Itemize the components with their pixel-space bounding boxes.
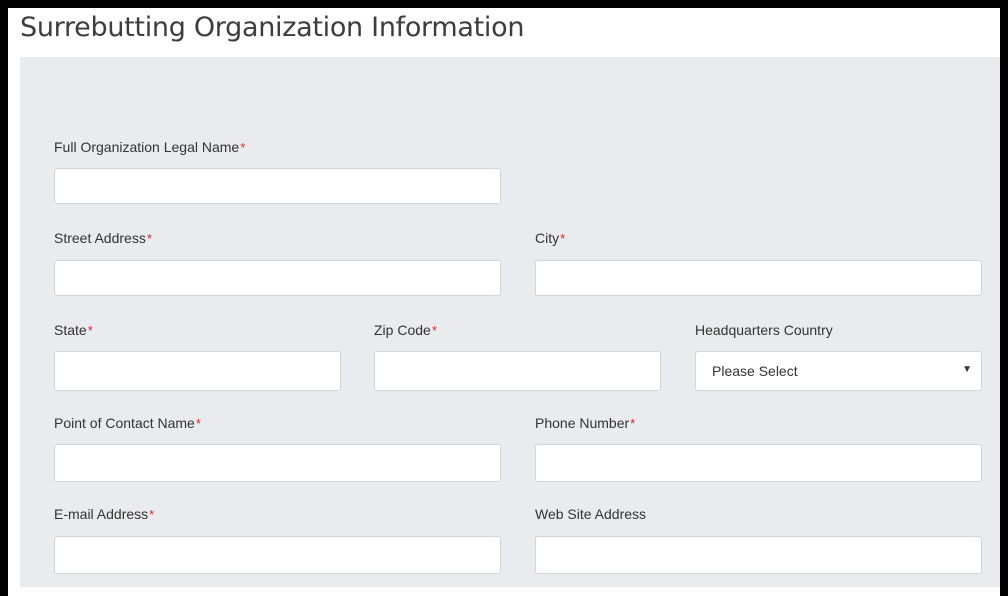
hq-country-selected-value: Please Select (712, 363, 798, 379)
street-address-label-text: Street Address (54, 230, 146, 246)
required-asterisk: * (195, 416, 201, 431)
chevron-down-icon: ▼ (962, 364, 972, 375)
zip-code-input[interactable] (374, 351, 661, 391)
hq-country-select[interactable]: Please Select ▼ (695, 351, 982, 391)
state-label-text: State (54, 322, 87, 338)
required-asterisk: * (149, 507, 155, 522)
street-address-input[interactable] (54, 260, 501, 296)
phone-number-label: Phone Number* (535, 415, 635, 431)
email-address-label-text: E-mail Address (54, 506, 149, 522)
state-input[interactable] (54, 351, 341, 391)
full-org-name-label: Full Organization Legal Name* (54, 139, 245, 155)
required-asterisk: * (431, 323, 437, 338)
organization-form-panel: Full Organization Legal Name* Street Add… (20, 57, 1000, 587)
poc-name-label-text: Point of Contact Name (54, 415, 195, 431)
page-title: Surrebutting Organization Information (20, 12, 525, 43)
hq-country-label: Headquarters Country (695, 322, 833, 338)
website-address-input[interactable] (535, 536, 982, 574)
email-address-label: E-mail Address* (54, 506, 154, 522)
state-label: State* (54, 322, 93, 338)
website-address-label: Web Site Address (535, 506, 647, 522)
required-asterisk: * (146, 231, 152, 246)
phone-number-label-text: Phone Number (535, 415, 630, 431)
city-label-text: City (535, 230, 560, 246)
street-address-label: Street Address* (54, 230, 152, 246)
poc-name-input[interactable] (54, 444, 501, 482)
required-asterisk: * (87, 323, 93, 338)
city-input[interactable] (535, 260, 982, 296)
city-label: City* (535, 230, 565, 246)
email-address-input[interactable] (54, 536, 501, 574)
full-org-name-input[interactable] (54, 168, 501, 204)
required-asterisk: * (630, 416, 636, 431)
required-asterisk: * (240, 140, 246, 155)
zip-code-label: Zip Code* (374, 322, 437, 338)
form-frame: Surrebutting Organization Information Fu… (8, 8, 1000, 596)
poc-name-label: Point of Contact Name* (54, 415, 201, 431)
phone-number-input[interactable] (535, 444, 982, 482)
full-org-name-label-text: Full Organization Legal Name (54, 139, 240, 155)
zip-code-label-text: Zip Code (374, 322, 431, 338)
required-asterisk: * (560, 231, 566, 246)
